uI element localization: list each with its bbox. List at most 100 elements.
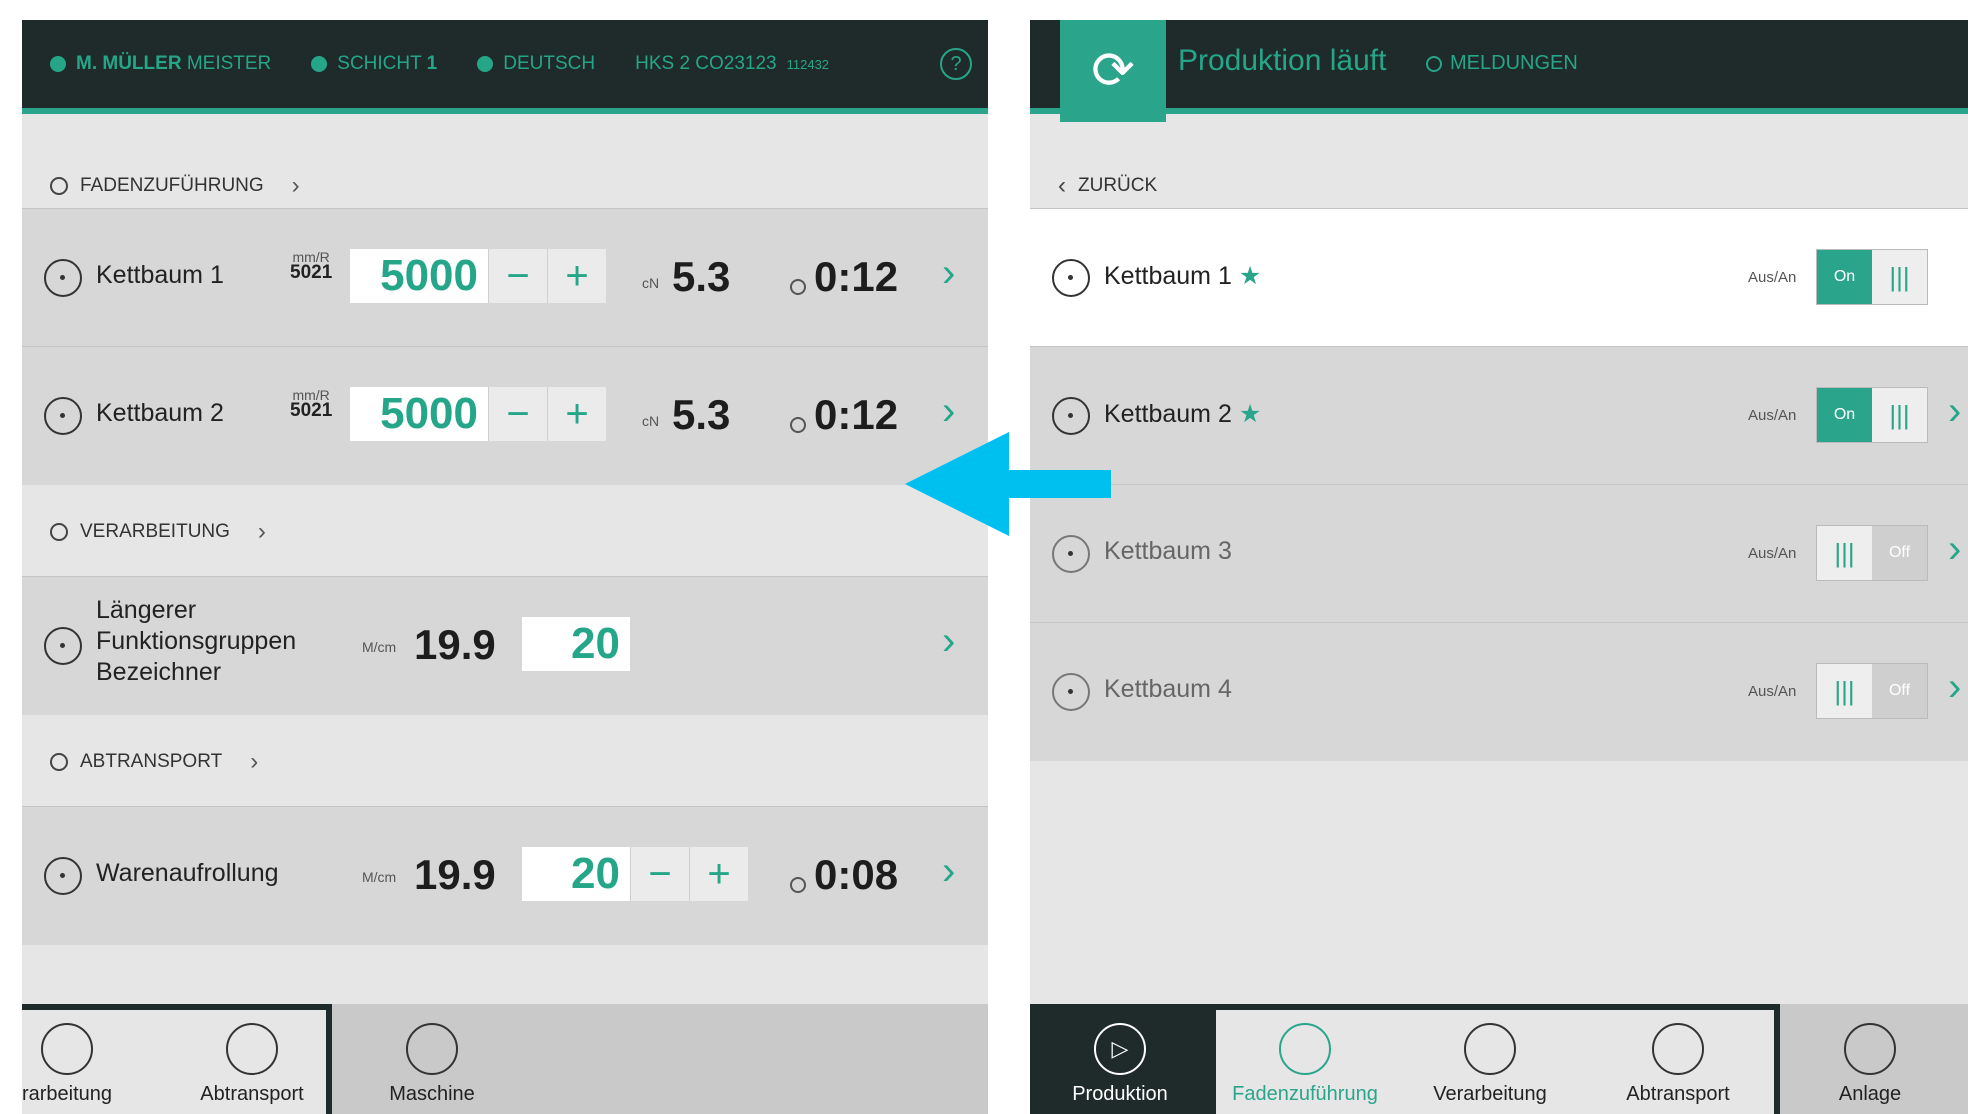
force-value: 5.3 — [672, 253, 731, 300]
globe-icon — [477, 56, 494, 72]
minus-button[interactable]: − — [630, 847, 689, 901]
stepper: − + — [488, 387, 606, 441]
user-menu[interactable]: M. MÜLLER MEISTER — [50, 53, 271, 75]
unit-label: M/cm — [362, 869, 397, 885]
value-input[interactable]: 5000 — [350, 387, 488, 441]
takeoff-icon — [1652, 1023, 1704, 1075]
pie-icon — [311, 56, 328, 72]
value-input[interactable]: 5000 — [350, 249, 488, 303]
actual-value: 19.9 — [414, 621, 496, 668]
header-bar: M. MÜLLER MEISTER SCHICHT 1 DEUTSCH HKS … — [22, 20, 988, 114]
header-accent-line — [22, 108, 988, 114]
header-accent-line — [1030, 108, 1968, 114]
value-input[interactable]: 20 — [522, 847, 630, 901]
user-name: M. MÜLLER — [76, 53, 182, 74]
chevron-right-icon[interactable]: › — [942, 619, 955, 664]
plus-button[interactable]: + — [547, 387, 606, 441]
on-off-toggle[interactable]: ||| Off — [1816, 663, 1928, 719]
clock-icon — [790, 279, 806, 295]
row-verarbeitung: Längerer Funktionsgruppen Bezeichner M/c… — [22, 576, 988, 715]
star-icon: ★ — [1238, 400, 1262, 428]
row-kettbaum-4: Kettbaum 4 Aus/An ||| Off › — [1030, 622, 1968, 761]
row-label: Kettbaum 1 — [96, 261, 224, 289]
row-label: Kettbaum 2 ★ — [1104, 400, 1262, 428]
arrow-left-icon — [905, 432, 1111, 536]
clock-icon — [790, 877, 806, 893]
plus-button[interactable]: + — [547, 249, 606, 303]
shift-label: SCHICHT — [337, 53, 422, 74]
status-title: Produktion läuft — [1178, 44, 1387, 77]
actual-value: 19.9 — [414, 851, 496, 898]
force-value: 5.3 — [672, 391, 731, 438]
force-unit: cN — [642, 275, 660, 291]
feed-icon — [50, 177, 68, 195]
row-kettbaum-2: Kettbaum 2 mm/R 5021 5000 − + cN 5.3 0:12… — [22, 346, 988, 485]
back-label: ZURÜCK — [1078, 175, 1158, 196]
section-verarbeitung[interactable]: VERARBEITUNG › — [22, 486, 988, 578]
toggle-label: Aus/An — [1748, 407, 1797, 424]
header-bar: ⟳ Produktion läuft MELDUNGEN — [1030, 20, 1968, 122]
plus-button[interactable]: + — [689, 847, 748, 901]
bottom-nav: ▷ Produktion Fadenzuführung Verarbeitung… — [1030, 1004, 1968, 1114]
section-label: VERARBEITUNG — [80, 521, 230, 542]
row-warenaufrollung: Warenaufrollung M/cm 19.9 20 − + 0:08 › — [22, 806, 988, 945]
row-label: Warenaufrollung — [96, 859, 279, 887]
chevron-right-icon[interactable]: › — [942, 849, 955, 894]
row-kettbaum-2: Kettbaum 2 ★ Aus/An On ||| › — [1030, 346, 1968, 485]
machine-name: HKS 2 CO23123 — [635, 53, 777, 74]
chevron-right-icon[interactable]: › — [942, 389, 955, 434]
nav-maschine[interactable]: Maschine — [372, 1004, 492, 1114]
loom-icon — [50, 523, 68, 541]
on-off-toggle[interactable]: ||| Off — [1816, 525, 1928, 581]
minus-button[interactable]: − — [488, 387, 547, 441]
chevron-right-icon: › — [291, 172, 300, 199]
stepper: − + — [488, 249, 606, 303]
beam-icon — [1052, 397, 1090, 435]
nav-abtransport[interactable]: Abtransport — [1598, 1004, 1758, 1114]
shift-number: 1 — [426, 53, 438, 74]
section-abtransport[interactable]: ABTRANSPORT › — [22, 716, 988, 808]
chevron-right-icon: › — [250, 748, 259, 775]
left-screen: M. MÜLLER MEISTER SCHICHT 1 DEUTSCH HKS … — [22, 20, 988, 1114]
unit-label: M/cm — [362, 639, 397, 655]
nav-anlage[interactable]: Anlage — [1810, 1004, 1930, 1114]
clock-icon — [1426, 55, 1442, 72]
chevron-right-icon[interactable]: › — [1948, 665, 1961, 710]
nav-fadenzufuhrung[interactable]: Fadenzuführung — [1220, 1004, 1390, 1114]
on-off-toggle[interactable]: On ||| — [1816, 249, 1928, 305]
shift-menu[interactable]: SCHICHT 1 — [311, 53, 437, 75]
beam-icon — [1052, 535, 1090, 573]
beam-icon — [44, 397, 82, 435]
row-kettbaum-1: Kettbaum 1 mm/R 5021 5000 − + cN 5.3 0:12… — [22, 208, 988, 347]
rollup-icon — [44, 857, 82, 895]
row-label: Kettbaum 2 — [96, 399, 224, 427]
chart-icon — [1844, 1023, 1896, 1075]
bottom-nav: rarbeitung Abtransport Maschine — [22, 1004, 988, 1114]
nav-verarbeitung[interactable]: rarbeitung — [22, 1004, 122, 1114]
beam-icon — [1052, 673, 1090, 711]
nav-produktion[interactable]: ▷ Produktion — [1050, 1004, 1190, 1114]
on-off-toggle[interactable]: On ||| — [1816, 387, 1928, 443]
nav-verarbeitung[interactable]: Verarbeitung — [1410, 1004, 1570, 1114]
machine-icon — [406, 1023, 458, 1075]
beam-icon — [1052, 259, 1090, 297]
chevron-right-icon: › — [257, 518, 266, 545]
chevron-right-icon[interactable]: › — [1948, 389, 1961, 434]
user-icon — [50, 56, 66, 72]
help-icon[interactable]: ? — [940, 48, 972, 80]
refresh-icon[interactable]: ⟳ — [1060, 20, 1166, 122]
messages-button[interactable]: MELDUNGEN — [1426, 52, 1578, 75]
language-menu[interactable]: DEUTSCH — [477, 53, 595, 75]
minus-button[interactable]: − — [488, 249, 547, 303]
play-icon: ▷ — [1094, 1023, 1146, 1075]
nav-abtransport[interactable]: Abtransport — [182, 1004, 322, 1114]
clock-icon — [790, 417, 806, 433]
machine-info: HKS 2 CO23123 112432 — [635, 53, 829, 75]
stepper: − + — [630, 847, 748, 901]
row-label: Längerer Funktionsgruppen Bezeichner — [96, 596, 297, 686]
right-screen: ⟳ Produktion läuft MELDUNGEN ‹ ZURÜCK Ke… — [1030, 20, 1968, 1114]
chevron-right-icon[interactable]: › — [942, 251, 955, 296]
value-input[interactable]: 20 — [522, 617, 630, 671]
row-label: Kettbaum 3 — [1104, 537, 1232, 565]
chevron-right-icon[interactable]: › — [1948, 527, 1961, 572]
